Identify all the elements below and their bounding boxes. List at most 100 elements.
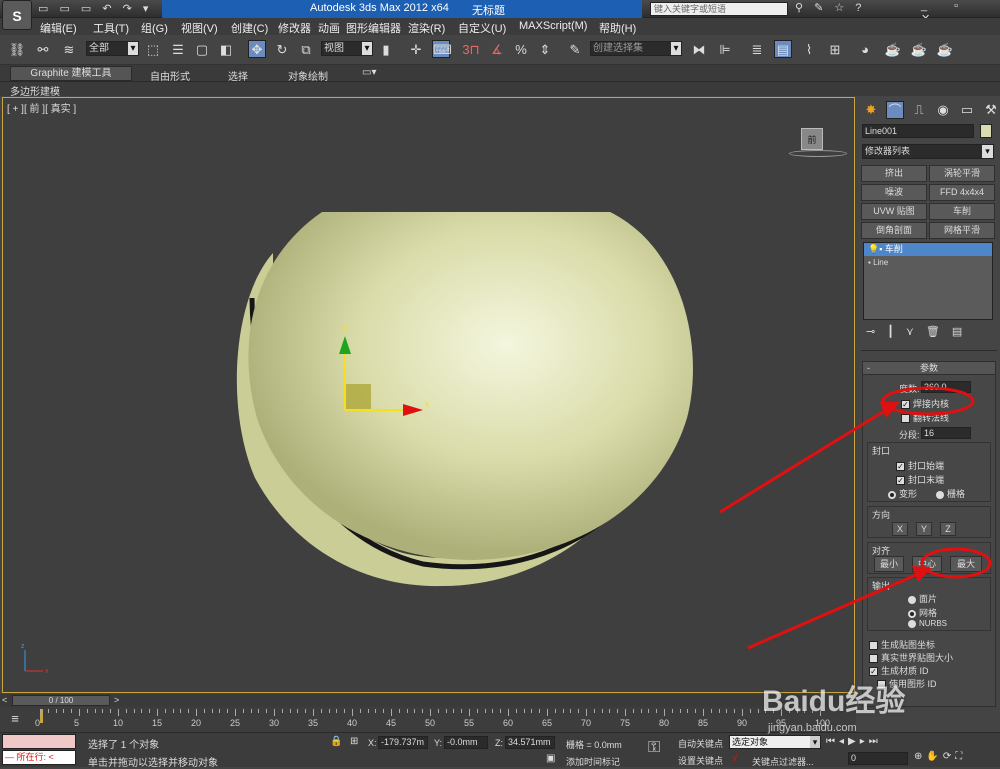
menu-help[interactable]: 帮助(H) <box>599 20 647 36</box>
ribbon-sub-label[interactable]: 多边形建模 <box>10 83 60 98</box>
curve-editor-icon[interactable]: ⌇ <box>800 41 818 59</box>
mod-btn-bevel-profile[interactable]: 倒角剖面 <box>861 222 927 239</box>
segments-spinner[interactable]: 16 <box>921 427 971 439</box>
menu-maxscript[interactable]: MAXScript(M) <box>519 20 599 36</box>
stack-item-line[interactable]: ▪ Line <box>864 256 992 269</box>
mod-btn-turbosmooth[interactable]: 涡轮平滑 <box>929 165 995 182</box>
rect-selection-icon[interactable]: ▢ <box>193 41 211 59</box>
window-controls[interactable]: _ ▫ ✕ <box>915 0 1000 25</box>
real-world-map-checkbox[interactable]: 真实世界贴图大小 <box>869 651 953 664</box>
output-patch-radio[interactable]: 面片 <box>908 592 937 605</box>
tab-selection[interactable]: 选择 <box>228 68 248 83</box>
pivot-icon[interactable]: ▮ <box>377 41 395 59</box>
render-production-icon[interactable]: ☕ <box>936 41 954 59</box>
zoom-icon[interactable]: ⊕ <box>914 751 922 762</box>
menu-animation[interactable]: 动画 <box>318 20 346 36</box>
x-coord-field[interactable]: -179.737m <box>378 736 428 749</box>
menu-rendering[interactable]: 渲染(R) <box>408 20 458 36</box>
layer-manager-icon[interactable]: ≣ <box>748 41 766 59</box>
move-icon[interactable]: ✥ <box>248 40 266 58</box>
maximize-viewport-icon[interactable]: ⛶ <box>955 751 962 762</box>
object-color-swatch[interactable] <box>980 124 992 138</box>
mod-btn-lathe[interactable]: 车削 <box>929 203 995 220</box>
time-slider[interactable]: < 0 / 100 > <box>0 694 856 707</box>
tab-graphite[interactable]: Graphite 建模工具 <box>10 66 132 81</box>
output-mesh-radio[interactable]: 网格 <box>908 606 937 619</box>
hierarchy-tab-icon[interactable]: ⎍ <box>910 101 928 119</box>
time-prev-icon[interactable]: < <box>2 695 7 705</box>
configure-sets-icon[interactable]: ▤ <box>952 325 962 338</box>
selection-filter-dropdown[interactable]: 全部 ▾ <box>86 41 139 56</box>
material-editor-icon[interactable]: ◕ <box>856 41 874 59</box>
menu-create[interactable]: 创建(C) <box>231 20 278 36</box>
degrees-spinner[interactable]: 360.0 <box>921 381 971 393</box>
rollout-header[interactable]: - 参数 <box>863 362 995 375</box>
app-logo-icon[interactable]: S <box>2 0 32 30</box>
percent-snap-icon[interactable]: % <box>512 41 530 59</box>
motion-tab-icon[interactable]: ◉ <box>934 101 952 119</box>
modifier-stack[interactable]: 💡▪ 车削 ▪ Line <box>863 242 993 320</box>
flip-normals-checkbox[interactable]: 翻转法线 <box>901 411 949 424</box>
bind-space-warp-icon[interactable]: ≋ <box>60 41 78 59</box>
scale-icon[interactable]: ⧉ <box>297 41 315 59</box>
dir-x-button[interactable]: X <box>892 522 908 536</box>
rendered-frame-icon[interactable]: ☕ <box>910 41 928 59</box>
tab-object-paint[interactable]: 对象绘制 <box>288 68 328 83</box>
maxscript-listener[interactable] <box>2 734 76 749</box>
ref-coord-dropdown[interactable]: 视图 ▾ <box>321 41 373 56</box>
morph-radio[interactable]: 变形 <box>888 487 917 500</box>
window-crossing-icon[interactable]: ◧ <box>217 41 235 59</box>
select-object-icon[interactable]: ⬚ <box>144 41 162 59</box>
key-filters-button[interactable]: 关键点过滤器... <box>752 755 814 768</box>
infocenter-icons[interactable]: ⚲ ✎ ☆ ? <box>795 1 865 14</box>
dir-y-button[interactable]: Y <box>916 522 932 536</box>
set-key-button[interactable]: 设置关键点 <box>678 754 723 767</box>
rotate-icon[interactable]: ↻ <box>273 41 291 59</box>
output-nurbs-radio[interactable]: NURBS <box>908 619 947 628</box>
track-bar[interactable]: ≡ 0 5 10 15 20 25 30 35 40 45 50 55 60 65 70 75 80 85 90 95… <box>0 707 856 732</box>
auto-key-button[interactable]: 自动关键点 <box>678 737 723 750</box>
menu-modifiers[interactable]: 修改器 <box>278 20 318 36</box>
quick-access-toolbar[interactable]: ▭ ▭ ▭ ↶ ↷ ▾ <box>38 2 152 15</box>
mod-btn-ffd[interactable]: FFD 4x4x4 <box>929 184 995 201</box>
mod-btn-extrude[interactable]: 挤出 <box>861 165 927 182</box>
y-coord-field[interactable]: -0.0mm <box>444 736 488 749</box>
lock-selection-icon[interactable]: 🔒 <box>330 736 342 747</box>
pan-icon[interactable]: ✋ <box>926 751 938 762</box>
time-tag-icon[interactable]: ▣ <box>546 753 555 764</box>
key-filter-icon[interactable]: √ <box>732 753 738 764</box>
align-icon[interactable]: ⊫ <box>716 41 734 59</box>
set-key-icon[interactable]: ⚿ <box>648 739 660 757</box>
mod-btn-noise[interactable]: 噪波 <box>861 184 927 201</box>
edit-named-sets-icon[interactable]: ✎ <box>566 41 584 59</box>
current-frame-field[interactable]: 0 <box>848 752 908 765</box>
mini-curve-editor-icon[interactable]: ≡ <box>6 710 24 728</box>
menu-tools[interactable]: 工具(T) <box>93 20 141 36</box>
search-input[interactable]: 键入关键字或短语 <box>650 2 788 16</box>
mirror-icon[interactable]: ⧓ <box>690 41 708 59</box>
object-name-field[interactable]: Line001 <box>862 124 974 138</box>
viewport-front[interactable]: [ + ][ 前 ][ 真实 ] 前 y x z x <box>2 97 855 693</box>
pin-stack-icon[interactable]: ⊸ <box>866 325 875 338</box>
weld-core-checkbox[interactable]: ✓ 焊接内核 <box>901 397 949 410</box>
manipulate-icon[interactable]: ✛ <box>407 41 425 59</box>
spinner-snap-icon[interactable]: ⇕ <box>536 41 554 59</box>
orbit-icon[interactable]: ⟳ <box>943 751 951 762</box>
ribbon-options-icon[interactable]: ▭▾ <box>362 67 376 78</box>
gizmo-xy-plane[interactable] <box>345 384 371 410</box>
select-by-name-icon[interactable]: ☰ <box>169 41 187 59</box>
create-tab-icon[interactable]: ✸ <box>862 101 880 119</box>
align-min-button[interactable]: 最小 <box>874 556 904 572</box>
show-end-result-icon[interactable]: ┃ <box>887 325 894 338</box>
maxscript-line[interactable]: — 所在行: < <box>2 750 76 765</box>
modify-tab-icon[interactable]: ⌒ <box>886 101 904 119</box>
make-unique-icon[interactable]: ⋎ <box>906 325 914 338</box>
align-max-button[interactable]: 最大 <box>950 556 982 572</box>
stack-item-lathe[interactable]: 💡▪ 车削 <box>864 243 992 256</box>
dir-z-button[interactable]: Z <box>940 522 956 536</box>
menu-customize[interactable]: 自定义(U) <box>458 20 519 36</box>
mod-btn-uvw[interactable]: UVW 贴图 <box>861 203 927 220</box>
grid-radio[interactable]: 栅格 <box>936 487 965 500</box>
align-center-button[interactable]: 中心 <box>912 556 942 572</box>
utilities-tab-icon[interactable]: ⚒ <box>982 101 1000 119</box>
